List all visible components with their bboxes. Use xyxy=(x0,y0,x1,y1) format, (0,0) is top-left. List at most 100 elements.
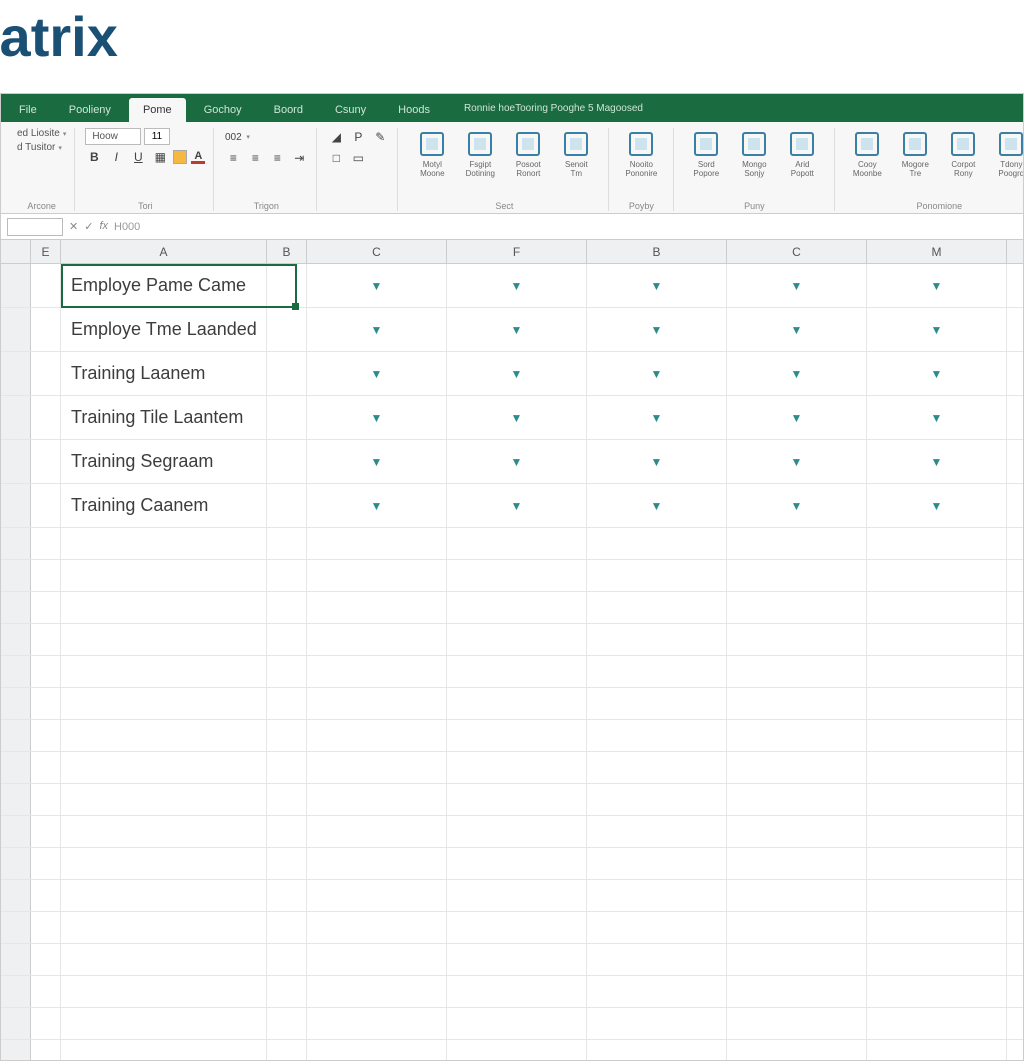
cell[interactable] xyxy=(587,720,727,751)
cell[interactable] xyxy=(867,528,1007,559)
cell[interactable] xyxy=(447,656,587,687)
dropdown-cell[interactable]: ▼ xyxy=(447,264,587,307)
row-header[interactable] xyxy=(1,912,31,943)
cell[interactable] xyxy=(61,560,267,591)
dropdown-cell[interactable]: ▼ xyxy=(867,264,1007,307)
ribbon-command-button[interactable]: FsgiptDotining xyxy=(456,128,504,179)
tab-csuny[interactable]: Csuny xyxy=(321,98,380,122)
tab-gochoy[interactable]: Gochoy xyxy=(190,98,256,122)
cell[interactable] xyxy=(267,848,307,879)
ribbon-command-button[interactable]: CorpotRony xyxy=(939,128,987,179)
cell-label[interactable]: Training Caanem xyxy=(61,484,267,527)
row-header[interactable] xyxy=(1,440,31,483)
cell[interactable] xyxy=(867,592,1007,623)
cell[interactable] xyxy=(267,352,307,395)
col-header[interactable]: B xyxy=(267,240,307,263)
cell[interactable] xyxy=(31,656,61,687)
cell[interactable] xyxy=(267,592,307,623)
cell[interactable] xyxy=(267,396,307,439)
cell[interactable] xyxy=(267,944,307,975)
cell[interactable] xyxy=(587,656,727,687)
cell[interactable] xyxy=(61,1040,267,1060)
cell[interactable] xyxy=(447,912,587,943)
dropdown-cell[interactable]: ▼ xyxy=(447,352,587,395)
cell[interactable] xyxy=(61,912,267,943)
cell[interactable] xyxy=(867,912,1007,943)
select-all-corner[interactable] xyxy=(1,240,31,263)
font-color-button[interactable]: A xyxy=(191,150,205,164)
cell[interactable] xyxy=(61,816,267,847)
dropdown-cell[interactable]: ▼ xyxy=(727,440,867,483)
row-header[interactable] xyxy=(1,1040,31,1060)
dropdown-cell[interactable]: ▼ xyxy=(587,396,727,439)
row-header[interactable] xyxy=(1,816,31,847)
style-btn-2[interactable]: P xyxy=(349,128,367,146)
cell[interactable] xyxy=(61,976,267,1007)
cell[interactable] xyxy=(267,264,307,307)
cell[interactable] xyxy=(61,624,267,655)
cell[interactable] xyxy=(61,592,267,623)
cell[interactable] xyxy=(61,688,267,719)
dropdown-cell[interactable]: ▼ xyxy=(727,396,867,439)
col-header[interactable]: C xyxy=(307,240,447,263)
dropdown-cell[interactable]: ▼ xyxy=(727,308,867,351)
cell[interactable] xyxy=(31,560,61,591)
cell[interactable] xyxy=(31,1040,61,1060)
cell[interactable] xyxy=(867,720,1007,751)
cell[interactable] xyxy=(587,848,727,879)
row-header[interactable] xyxy=(1,784,31,815)
cell[interactable] xyxy=(307,528,447,559)
cell[interactable] xyxy=(447,528,587,559)
style-btn-1[interactable]: ◢ xyxy=(327,128,345,146)
cell[interactable] xyxy=(267,528,307,559)
cell[interactable] xyxy=(267,560,307,591)
ribbon-command-button[interactable]: PosootRonort xyxy=(504,128,552,179)
cell[interactable] xyxy=(587,1040,727,1060)
cell[interactable] xyxy=(31,944,61,975)
cell[interactable] xyxy=(31,752,61,783)
cell[interactable] xyxy=(447,848,587,879)
row-header[interactable] xyxy=(1,656,31,687)
cell[interactable] xyxy=(31,912,61,943)
cell[interactable] xyxy=(447,1040,587,1060)
cell[interactable] xyxy=(31,720,61,751)
cell[interactable] xyxy=(727,944,867,975)
cell[interactable] xyxy=(587,528,727,559)
cell[interactable] xyxy=(447,720,587,751)
cell[interactable] xyxy=(61,752,267,783)
cell[interactable] xyxy=(867,816,1007,847)
cell[interactable] xyxy=(727,848,867,879)
italic-button[interactable]: I xyxy=(107,148,125,166)
tab-boord[interactable]: Boord xyxy=(260,98,317,122)
bold-button[interactable]: B xyxy=(85,148,103,166)
row-header[interactable] xyxy=(1,528,31,559)
cell[interactable] xyxy=(267,912,307,943)
col-header[interactable]: M xyxy=(867,240,1007,263)
row-header[interactable] xyxy=(1,976,31,1007)
cell[interactable] xyxy=(267,624,307,655)
indent-button[interactable]: ⇥ xyxy=(290,149,308,167)
cell[interactable] xyxy=(267,752,307,783)
clipboard-item-2[interactable]: d Tusitor▾ xyxy=(17,142,66,153)
ribbon-command-button[interactable]: MogoreTre xyxy=(891,128,939,179)
cell[interactable] xyxy=(307,560,447,591)
cell[interactable] xyxy=(31,624,61,655)
font-size-select[interactable]: 11 xyxy=(144,128,170,145)
cell[interactable] xyxy=(61,848,267,879)
col-header[interactable]: E xyxy=(31,240,61,263)
dropdown-cell[interactable]: ▼ xyxy=(587,352,727,395)
cell[interactable] xyxy=(727,656,867,687)
cell[interactable] xyxy=(61,656,267,687)
font-name-select[interactable]: Hoow xyxy=(85,128,141,145)
cell[interactable] xyxy=(727,720,867,751)
dropdown-cell[interactable]: ▼ xyxy=(727,264,867,307)
cell[interactable] xyxy=(31,688,61,719)
dropdown-cell[interactable]: ▼ xyxy=(307,440,447,483)
dropdown-cell[interactable]: ▼ xyxy=(867,308,1007,351)
cell[interactable] xyxy=(267,440,307,483)
dropdown-cell[interactable]: ▼ xyxy=(307,308,447,351)
cell[interactable] xyxy=(307,976,447,1007)
tab-hoods[interactable]: Hoods xyxy=(384,98,444,122)
fx-icon[interactable]: fx xyxy=(99,220,108,233)
ribbon-command-button[interactable]: SordPopore xyxy=(682,128,730,179)
